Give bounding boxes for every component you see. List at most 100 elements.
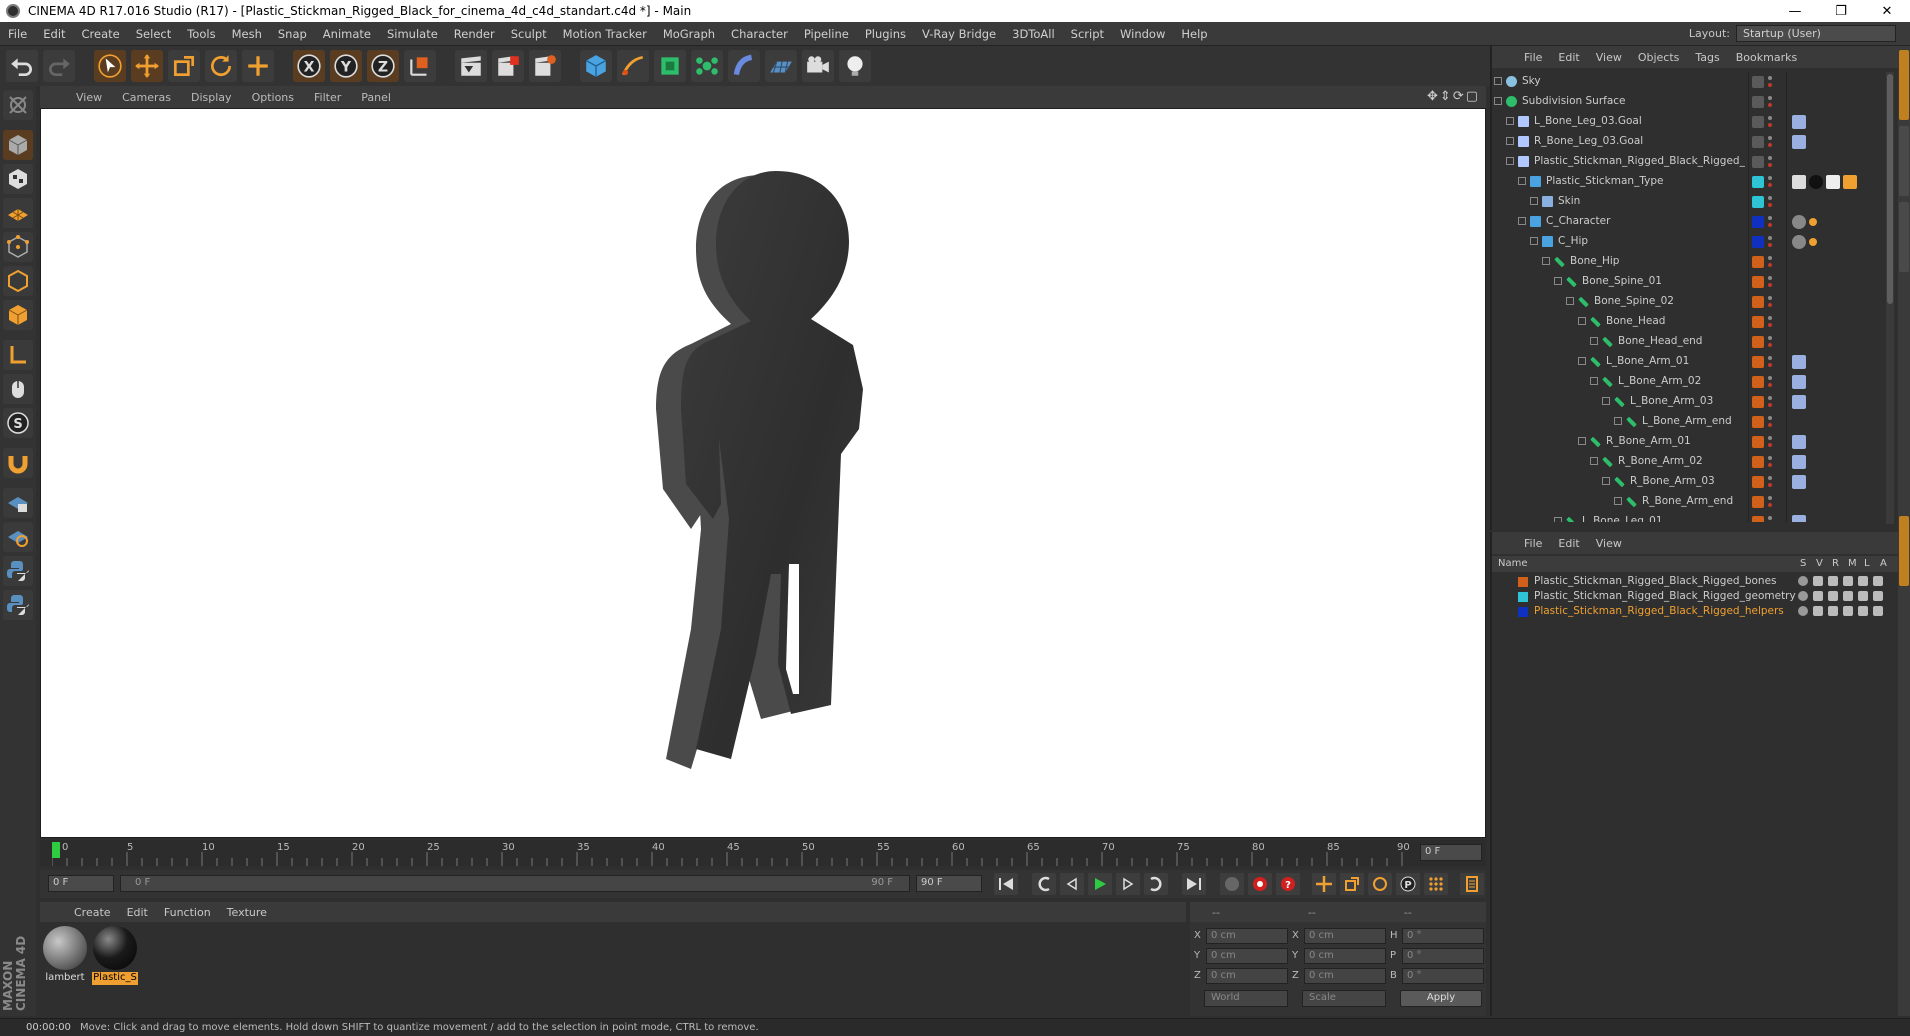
timeline-ticks[interactable]: 0 5 10 15 20 25 30 35 40 45 50 55 60 65 … xyxy=(52,840,1412,866)
3d-viewport[interactable] xyxy=(40,108,1486,838)
render-settings-button[interactable] xyxy=(529,50,561,82)
tree-expander-icon[interactable] xyxy=(1554,517,1562,522)
material-lambert[interactable]: lambert xyxy=(42,926,88,985)
object-row[interactable]: Bone_Head xyxy=(1492,312,1884,332)
weight-tag-icon[interactable] xyxy=(1843,175,1857,189)
layer-color-swatch[interactable] xyxy=(1518,577,1528,587)
tree-expander-icon[interactable] xyxy=(1602,397,1610,405)
layer-flag-toggle[interactable] xyxy=(1873,576,1883,586)
menu-motion-tracker[interactable]: Motion Tracker xyxy=(555,27,655,41)
layer-flag-toggle[interactable] xyxy=(1828,576,1838,586)
visibility-dots[interactable] xyxy=(1768,255,1772,269)
sphere-tag-icon[interactable] xyxy=(1792,235,1806,249)
autokeying-button[interactable] xyxy=(1248,873,1272,895)
viewport-navigation-icons[interactable]: ✥⇕⟳▢ xyxy=(1427,89,1480,104)
lock-workplane-button[interactable] xyxy=(3,488,33,518)
ik-tag-icon[interactable] xyxy=(1792,435,1806,449)
viewport-menu-filter[interactable]: Filter xyxy=(304,91,351,104)
viewport-menu-display[interactable]: Display xyxy=(181,91,242,104)
layer-flag-toggle[interactable] xyxy=(1798,591,1808,601)
dots-tag-icon[interactable] xyxy=(1809,238,1817,246)
axis-mode-button[interactable] xyxy=(3,340,33,370)
snap-button[interactable]: S xyxy=(3,408,33,438)
visibility-dots[interactable] xyxy=(1768,475,1772,489)
rotation-p-field[interactable]: 0 ° xyxy=(1402,948,1484,964)
layer-row[interactable]: Plastic_Stickman_Rigged_Black_Rigged_hel… xyxy=(1492,604,1900,619)
ik-tag-icon[interactable] xyxy=(1792,375,1806,389)
recent-tool-button[interactable] xyxy=(242,50,274,82)
visibility-dots[interactable] xyxy=(1768,435,1772,449)
previous-frame-button[interactable] xyxy=(1060,873,1084,895)
rotation-b-field[interactable]: 0 ° xyxy=(1402,968,1484,984)
layer-flag-toggle[interactable] xyxy=(1828,606,1838,616)
layer-flag-toggle[interactable] xyxy=(1828,591,1838,601)
record-active-objects-button[interactable] xyxy=(1220,873,1244,895)
texture-tag-icon[interactable] xyxy=(1826,175,1840,189)
tree-expander-icon[interactable] xyxy=(1530,237,1538,245)
key-scale-button[interactable] xyxy=(1340,873,1364,895)
menu-script[interactable]: Script xyxy=(1063,27,1112,41)
viewport-menu-view[interactable]: View xyxy=(66,91,112,104)
tree-expander-icon[interactable] xyxy=(1506,157,1514,165)
camera-button[interactable] xyxy=(802,50,834,82)
tree-expander-icon[interactable] xyxy=(1542,257,1550,265)
restore-button[interactable]: ❐ xyxy=(1818,0,1864,22)
material-menu-create[interactable]: Create xyxy=(66,906,119,919)
ik-tag-icon[interactable] xyxy=(1792,355,1806,369)
layer-color-swatch[interactable] xyxy=(1752,456,1764,468)
object-row[interactable]: Subdivision Surface xyxy=(1492,92,1884,112)
tree-expander-icon[interactable] xyxy=(1566,297,1574,305)
object-row[interactable]: L_Bone_Leg_03.Goal xyxy=(1492,112,1884,132)
timeline-ruler[interactable]: 0 5 10 15 20 25 30 35 40 45 50 55 60 65 … xyxy=(40,840,1486,866)
size-z-field[interactable]: 0 cm xyxy=(1304,968,1386,984)
key-position-button[interactable] xyxy=(1312,873,1336,895)
texture-mode-button[interactable] xyxy=(3,164,33,194)
menu-select[interactable]: Select xyxy=(128,27,179,41)
object-row[interactable]: Plastic_Stickman_Rigged_Black_Rigged_ xyxy=(1492,152,1884,172)
tree-expander-icon[interactable] xyxy=(1590,337,1598,345)
rotate-tool-button[interactable] xyxy=(205,50,237,82)
layer-flag-toggle[interactable] xyxy=(1843,576,1853,586)
layer-color-swatch[interactable] xyxy=(1752,356,1764,368)
visibility-dots[interactable] xyxy=(1768,335,1772,349)
layer-color-swatch[interactable] xyxy=(1752,476,1764,488)
menu-animate[interactable]: Animate xyxy=(315,27,379,41)
minimize-button[interactable]: — xyxy=(1772,0,1818,22)
object-row[interactable]: L_Bone_Arm_03 xyxy=(1492,392,1884,412)
layer-menu-view[interactable]: View xyxy=(1588,537,1630,550)
menu-character[interactable]: Character xyxy=(723,27,796,41)
sphere-tag-icon[interactable] xyxy=(1792,215,1806,229)
tree-expander-icon[interactable] xyxy=(1494,97,1502,105)
checker-tag-icon[interactable] xyxy=(1792,175,1806,189)
layer-flag-toggle[interactable] xyxy=(1858,591,1868,601)
tree-expander-icon[interactable] xyxy=(1494,77,1502,85)
tree-expander-icon[interactable] xyxy=(1590,377,1598,385)
obj-menu-view[interactable]: View xyxy=(1588,51,1630,64)
tree-expander-icon[interactable] xyxy=(1506,117,1514,125)
light-button[interactable] xyxy=(839,50,871,82)
rotation-h-field[interactable]: 0 ° xyxy=(1402,928,1484,944)
position-z-field[interactable]: 0 cm xyxy=(1206,968,1288,984)
obj-menu-file[interactable]: File xyxy=(1516,51,1550,64)
layer-color-swatch[interactable] xyxy=(1752,196,1764,208)
obj-menu-edit[interactable]: Edit xyxy=(1550,51,1587,64)
menu-pipeline[interactable]: Pipeline xyxy=(796,27,857,41)
material-tag-icon[interactable] xyxy=(1809,175,1823,189)
key-point-level-button[interactable] xyxy=(1424,873,1448,895)
size-mode-dropdown[interactable]: Scale xyxy=(1302,990,1386,1007)
object-list-scrollbar[interactable] xyxy=(1886,72,1894,524)
object-row[interactable]: R_Bone_Arm_01 xyxy=(1492,432,1884,452)
object-row[interactable]: L_Bone_Arm_01 xyxy=(1492,352,1884,372)
ik-tag-icon[interactable] xyxy=(1792,515,1806,522)
tree-expander-icon[interactable] xyxy=(1578,357,1586,365)
python-script-button-2[interactable] xyxy=(3,590,33,620)
subdivision-button[interactable] xyxy=(654,50,686,82)
layer-color-swatch[interactable] xyxy=(1752,336,1764,348)
move-tool-button[interactable] xyxy=(131,50,163,82)
visibility-dots[interactable] xyxy=(1768,175,1772,189)
obj-menu-tags[interactable]: Tags xyxy=(1687,51,1727,64)
tree-expander-icon[interactable] xyxy=(1518,177,1526,185)
visibility-dots[interactable] xyxy=(1768,195,1772,209)
visibility-dots[interactable] xyxy=(1768,495,1772,509)
layer-color-swatch[interactable] xyxy=(1752,376,1764,388)
